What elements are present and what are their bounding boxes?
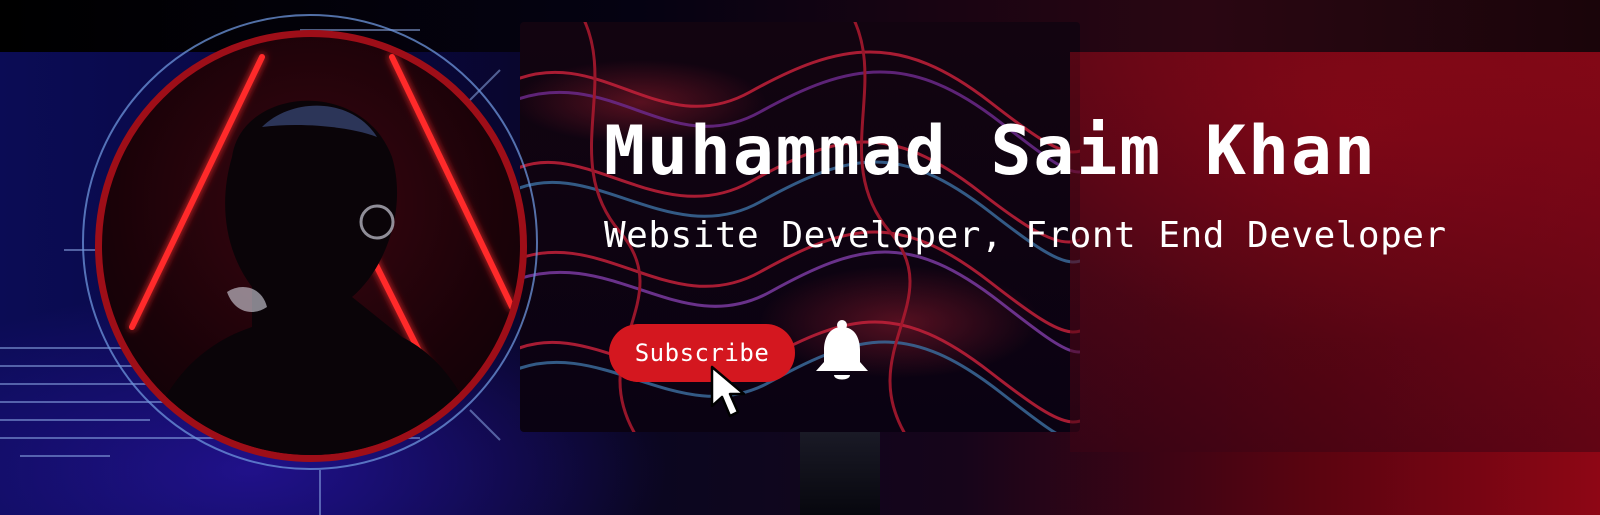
- subscribe-button[interactable]: Subscribe: [609, 324, 795, 382]
- bell-icon[interactable]: [812, 318, 872, 384]
- channel-banner: Muhammad Saim Khan Website Developer, Fr…: [0, 0, 1600, 515]
- channel-subtitle: Website Developer, Front End Developer: [604, 215, 1447, 256]
- channel-name: Muhammad Saim Khan: [604, 112, 1377, 191]
- mouse-pointer-icon: [710, 365, 746, 418]
- profile-avatar: [95, 30, 527, 462]
- monitor-stand: [800, 432, 880, 515]
